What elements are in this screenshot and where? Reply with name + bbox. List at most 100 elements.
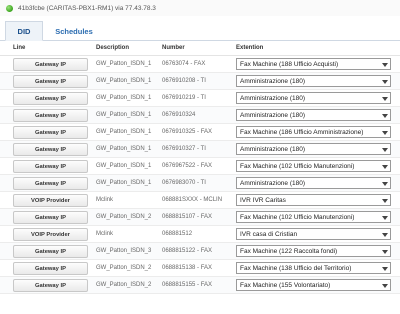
extension-select[interactable]: Amministrazione (180) (236, 92, 391, 104)
line-type-button[interactable]: Gateway IP (13, 109, 88, 122)
chevron-down-icon (381, 265, 388, 272)
description-cell: GW_Patton_ISDN_1 (96, 112, 152, 118)
line-type-button[interactable]: VOIP Provider (13, 194, 88, 207)
chevron-down-icon (381, 163, 388, 170)
number-cell: 0676910325 - FAX (162, 129, 213, 135)
description-cell: GW_Patton_ISDN_3 (96, 248, 152, 254)
extension-select[interactable]: Amministrazione (180) (236, 75, 391, 87)
line-type-button[interactable]: Gateway IP (13, 160, 88, 173)
chevron-down-icon (381, 112, 388, 119)
tab-schedules[interactable]: Schedules (46, 21, 102, 41)
line-type-button[interactable]: Gateway IP (13, 58, 88, 71)
number-cell: 0676910327 - TI (162, 146, 206, 152)
line-type-button[interactable]: Gateway IP (13, 211, 88, 224)
description-cell: Mclink (96, 231, 114, 237)
number-cell: 068881512 (162, 231, 193, 237)
line-type-button[interactable]: Gateway IP (13, 126, 88, 139)
extension-select[interactable]: Amministrazione (180) (236, 177, 391, 189)
description-cell: GW_Patton_ISDN_1 (96, 163, 152, 169)
table-row: Gateway IP GW_Patton_ISDN_1 0676910219 - T… (0, 90, 400, 107)
extension-select[interactable]: Fax Machine (188 Ufficio Acquisti) (236, 58, 391, 70)
chevron-down-icon (381, 180, 388, 187)
description-cell: GW_Patton_ISDN_1 (96, 95, 152, 101)
table-row: Gateway IP GW_Patton_ISDN_1 0676910325 - F… (0, 124, 400, 141)
number-cell: 0676967522 - FAX (162, 163, 213, 169)
chevron-down-icon (381, 231, 388, 238)
number-cell: 068881SXXX - MCLIN (162, 197, 223, 203)
chevron-down-icon (381, 78, 388, 85)
table-row: Gateway IP GW_Patton_ISDN_1 0676910327 - T… (0, 141, 400, 158)
description-cell: GW_Patton_ISDN_1 (96, 180, 152, 186)
line-type-button[interactable]: Gateway IP (13, 262, 88, 275)
line-type-button[interactable]: Gateway IP (13, 92, 88, 105)
column-header-number: Number (162, 45, 185, 51)
number-cell: 0688815122 - FAX (162, 248, 213, 254)
table-row: Gateway IP GW_Patton_ISDN_2 0688815138 - F… (0, 260, 400, 277)
extension-selected-value: IVR casa di Cristian (240, 230, 298, 238)
description-cell: GW_Patton_ISDN_2 (96, 214, 152, 220)
table-row: Gateway IP GW_Patton_ISDN_1 0676910208 - T… (0, 73, 400, 90)
chevron-down-icon (381, 146, 388, 153)
table-row: VOIP Provider Mclink 068881512 IVR casa di … (0, 226, 400, 243)
tab-bar: DID Schedules (0, 17, 400, 41)
extension-selected-value: Fax Machine (102 Ufficio Manutenzioni) (240, 213, 355, 221)
number-cell: 0688815138 - FAX (162, 265, 213, 271)
table-row: Gateway IP GW_Patton_ISDN_1 0676967522 - F… (0, 158, 400, 175)
extension-selected-value: Amministrazione (180) (240, 77, 306, 85)
table-row: Gateway IP GW_Patton_ISDN_2 0688815107 - F… (0, 209, 400, 226)
tab-did[interactable]: DID (5, 21, 43, 41)
line-type-button[interactable]: Gateway IP (13, 177, 88, 190)
chevron-down-icon (381, 129, 388, 136)
extension-selected-value: Fax Machine (122 Raccolta fondi) (240, 247, 338, 255)
line-type-button[interactable]: Gateway IP (13, 279, 88, 292)
extension-select[interactable]: Fax Machine (186 Ufficio Amministrazione… (236, 126, 391, 138)
extension-select[interactable]: IVR casa di Cristian (236, 228, 391, 240)
description-cell: Mclink (96, 197, 114, 203)
status-bar: 41b3fcbe (CARITAS-PBX1-RM1) via 77.43.78… (0, 0, 400, 16)
extension-selected-value: Fax Machine (102 Ufficio Manutenzioni) (240, 162, 355, 170)
line-type-button[interactable]: Gateway IP (13, 143, 88, 156)
online-status-icon (6, 4, 13, 12)
table-row: Gateway IP GW_Patton_ISDN_1 0676983070 - T… (0, 175, 400, 192)
chevron-down-icon (381, 197, 388, 204)
extension-select[interactable]: Fax Machine (122 Raccolta fondi) (236, 245, 391, 257)
extension-select[interactable]: IVR IVR Caritas (236, 194, 391, 206)
extension-selected-value: Amministrazione (180) (240, 94, 306, 102)
table-row: Gateway IP GW_Patton_ISDN_1 0676910324 Ammi… (0, 107, 400, 124)
column-header-description: Description (96, 45, 130, 51)
extension-select[interactable]: Amministrazione (180) (236, 143, 391, 155)
extension-selected-value: IVR IVR Caritas (240, 196, 286, 204)
table-row: Gateway IP GW_Patton_ISDN_2 0688815155 - F… (0, 277, 400, 294)
description-cell: GW_Patton_ISDN_1 (96, 146, 152, 152)
extension-select[interactable]: Fax Machine (138 Ufficio del Territorio) (236, 262, 391, 274)
extension-select[interactable]: Amministrazione (180) (236, 109, 391, 121)
description-cell: GW_Patton_ISDN_1 (96, 78, 152, 84)
chevron-down-icon (381, 248, 388, 255)
table-body: Gateway IP GW_Patton_ISDN_1 06763074 - FAX… (0, 56, 400, 294)
extension-select[interactable]: Fax Machine (102 Ufficio Manutenzioni) (236, 211, 391, 223)
table-row: VOIP Provider Mclink 068881SXXX - MCLIN IVR… (0, 192, 400, 209)
column-header-line: Line (13, 45, 26, 51)
number-cell: 0676910208 - TI (162, 78, 206, 84)
chevron-down-icon (381, 214, 388, 221)
table-row: Gateway IP GW_Patton_ISDN_3 0688815122 - F… (0, 243, 400, 260)
line-type-button[interactable]: VOIP Provider (13, 228, 88, 241)
extension-selected-value: Fax Machine (186 Ufficio Amministrazione… (240, 128, 364, 136)
extension-select[interactable]: Fax Machine (102 Ufficio Manutenzioni) (236, 160, 391, 172)
line-type-button[interactable]: Gateway IP (13, 245, 88, 258)
line-type-button[interactable]: Gateway IP (13, 75, 88, 88)
extension-selected-value: Amministrazione (180) (240, 179, 306, 187)
table-header: Line Description Number Extention (0, 41, 400, 56)
chevron-down-icon (381, 61, 388, 68)
column-header-extension: Extention (236, 45, 264, 51)
extension-selected-value: Fax Machine (155 Volontariato) (240, 281, 331, 289)
pbx-connection-label: 41b3fcbe (CARITAS-PBX1-RM1) via 77.43.78… (18, 4, 156, 12)
chevron-down-icon (381, 282, 388, 289)
description-cell: GW_Patton_ISDN_2 (96, 265, 152, 271)
chevron-down-icon (381, 95, 388, 102)
description-cell: GW_Patton_ISDN_2 (96, 282, 152, 288)
number-cell: 0688815155 - FAX (162, 282, 213, 288)
extension-select[interactable]: Fax Machine (155 Volontariato) (236, 279, 391, 291)
description-cell: GW_Patton_ISDN_1 (96, 61, 152, 67)
number-cell: 0676910324 (162, 112, 196, 118)
